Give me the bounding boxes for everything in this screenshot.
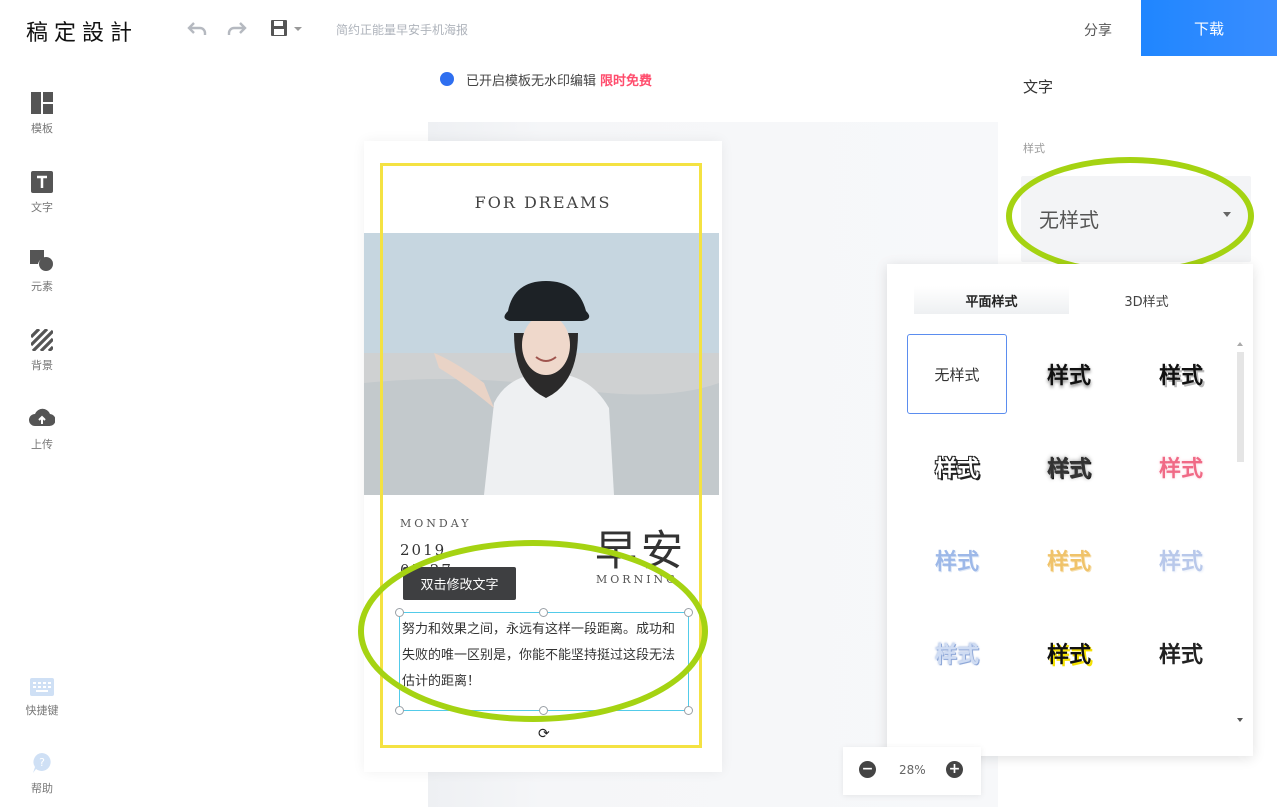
save-icon[interactable] <box>270 18 306 40</box>
style-option[interactable]: 样式 <box>1019 334 1119 414</box>
style-option[interactable]: 样式 <box>1019 613 1119 693</box>
zoom-level: 28% <box>899 763 926 777</box>
resize-handle[interactable] <box>539 706 548 715</box>
style-option-none[interactable]: 无样式 <box>907 334 1007 414</box>
style-option[interactable]: 样式 <box>1019 520 1119 600</box>
document-title[interactable]: 简约正能量早安手机海报 <box>336 21 468 38</box>
app-logo[interactable]: 稿定設計 <box>26 15 138 47</box>
scroll-thumb[interactable] <box>1237 352 1244 462</box>
selected-text-box[interactable]: 努力和效果之间，永远有这样一段距离。成功和失败的唯一区别是，你能不能坚持挺过这段… <box>399 612 689 711</box>
sidebar-item-shortcuts[interactable]: 快捷键 <box>0 678 84 718</box>
sidebar-item-text[interactable]: 文字 <box>0 171 84 215</box>
background-icon <box>31 329 53 351</box>
sidebar-item-element[interactable]: 元素 <box>0 250 84 294</box>
download-button[interactable]: 下载 <box>1141 0 1277 56</box>
style-option[interactable]: 样式 <box>1131 520 1231 600</box>
resize-handle[interactable] <box>395 706 404 715</box>
style-option[interactable]: 样式 <box>1131 427 1231 507</box>
style-option[interactable]: 样式 <box>1131 334 1231 414</box>
sidebar-item-help[interactable]: ? 帮助 <box>0 752 84 796</box>
style-option[interactable]: 样式 <box>907 613 1007 693</box>
resize-handle[interactable] <box>684 706 693 715</box>
edit-text-tooltip: 双击修改文字 <box>403 567 516 600</box>
chevron-down-icon <box>1223 212 1231 217</box>
keyboard-icon <box>30 678 54 696</box>
sidebar-item-label: 文字 <box>31 201 53 214</box>
panel-title: 文字 <box>1023 78 1054 96</box>
share-button[interactable]: 分享 <box>1084 20 1112 40</box>
sidebar-item-template[interactable]: 模板 <box>0 92 84 136</box>
style-dropdown: 平面样式 3D样式 无样式 样式 样式 样式 样式 样式 样式 样式 样式 样式… <box>887 264 1253 756</box>
svg-text:?: ? <box>39 756 45 769</box>
poster-day[interactable]: MONDAY <box>400 517 472 530</box>
sidebar-item-label: 模板 <box>31 122 53 135</box>
resize-handle[interactable] <box>684 608 693 617</box>
template-icon <box>31 92 53 114</box>
scroll-down-icon[interactable] <box>1237 718 1243 722</box>
top-bar: 稿定設計 简约正能量早安手机海报 分享 下载 <box>0 0 1277 56</box>
poster-canvas[interactable]: FOR DREAMS MONDAY 2019. 05.27 早安 MORNING… <box>364 141 722 772</box>
rotate-handle-icon[interactable]: ⟳ <box>538 726 550 742</box>
scroll-up-icon[interactable] <box>1237 342 1243 346</box>
sidebar-item-label: 快捷键 <box>25 704 59 717</box>
watermark-notice: 已开启模板无水印编辑 限时免费 <box>430 64 1000 94</box>
sidebar-item-label: 元素 <box>31 280 53 293</box>
poster-greeting[interactable]: 早安 <box>595 517 687 578</box>
undo-icon[interactable] <box>186 18 208 40</box>
zoom-out-icon[interactable]: − <box>859 761 876 778</box>
style-select[interactable]: 无样式 <box>1021 176 1251 262</box>
notice-dot-icon <box>440 72 454 86</box>
element-icon <box>30 250 53 271</box>
style-label: 样式 <box>1023 142 1045 155</box>
style-select-value: 无样式 <box>1039 208 1099 232</box>
sidebar-item-background[interactable]: 背景 <box>0 329 84 373</box>
style-scrollbar[interactable] <box>1237 342 1244 722</box>
sidebar-item-upload[interactable]: 上传 <box>0 408 84 452</box>
sidebar-item-label: 帮助 <box>31 782 53 795</box>
style-option[interactable]: 样式 <box>907 520 1007 600</box>
poster-date-year: 2019. <box>400 541 453 559</box>
tab-flat-style[interactable]: 平面样式 <box>914 286 1069 314</box>
text-icon <box>31 171 53 193</box>
poster-morning[interactable]: MORNING <box>596 573 678 586</box>
style-option[interactable]: 样式 <box>1131 613 1231 693</box>
help-icon: ? <box>33 753 51 773</box>
redo-icon[interactable] <box>226 18 248 40</box>
style-option[interactable]: 样式 <box>1019 427 1119 507</box>
sidebar-item-label: 背景 <box>31 359 53 372</box>
sidebar-item-label: 上传 <box>31 438 53 451</box>
left-sidebar: 模板 文字 元素 背景 上传 快捷键 ? 帮助 <box>0 56 84 807</box>
upload-icon <box>29 408 55 427</box>
notice-text: 已开启模板无水印编辑 <box>466 73 597 89</box>
tab-3d-style[interactable]: 3D样式 <box>1069 286 1224 314</box>
zoom-control: − 28% + <box>843 747 981 795</box>
style-option[interactable]: 样式 <box>907 427 1007 507</box>
resize-handle[interactable] <box>395 608 404 617</box>
notice-highlight: 限时免费 <box>600 73 653 89</box>
zoom-in-icon[interactable]: + <box>946 761 963 778</box>
resize-handle[interactable] <box>539 608 548 617</box>
